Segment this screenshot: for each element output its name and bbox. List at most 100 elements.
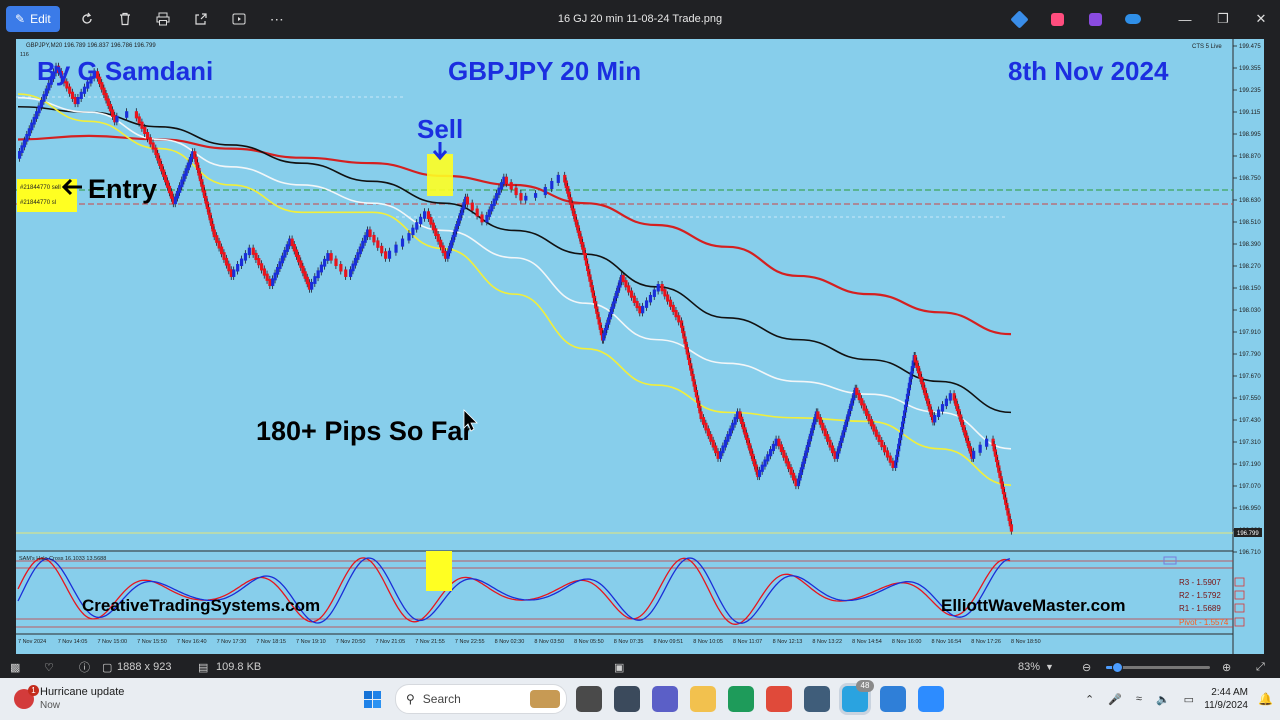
share-icon[interactable]	[182, 0, 220, 38]
excel-x-icon[interactable]	[728, 686, 754, 712]
clipchamp-icon[interactable]	[1038, 0, 1076, 38]
photos-icon[interactable]	[880, 686, 906, 712]
onedrive-icon[interactable]	[1114, 0, 1152, 38]
zoom-slider[interactable]	[1106, 656, 1210, 678]
print-icon[interactable]	[144, 0, 182, 38]
battery-icon[interactable]: ▭	[1184, 693, 1194, 706]
maximize-button[interactable]: ❐	[1204, 0, 1242, 38]
bear-brick	[470, 202, 474, 211]
bear-brick	[621, 274, 625, 283]
more-icon[interactable]: ⋯	[258, 0, 296, 38]
pivot-level-label: R3 - 1.5907	[1179, 578, 1221, 587]
time-tick-label: 7 Nov 15:00	[97, 639, 127, 645]
microphone-icon[interactable]: 🎤	[1108, 693, 1122, 706]
time-tick-label: 7 Nov 18:15	[256, 639, 286, 645]
bear-brick	[514, 187, 518, 196]
file-size-icon: ▤	[198, 661, 209, 674]
clock-date: 11/9/2024	[1204, 700, 1248, 711]
bear-brick	[677, 315, 681, 323]
bear-brick	[891, 460, 895, 468]
app-mt4-icon[interactable]	[804, 686, 830, 712]
edit-button[interactable]: ✎ Edit	[6, 6, 60, 32]
slideshow-icon[interactable]	[220, 0, 258, 38]
bear-brick	[73, 96, 77, 105]
rotate-icon[interactable]	[68, 0, 106, 38]
time-tick-label: 8 Nov 14:54	[852, 639, 882, 645]
search-icon: ⚲	[406, 692, 415, 706]
bull-brick	[533, 193, 538, 198]
bear-brick	[344, 269, 348, 277]
favorite-icon[interactable]: ♡	[44, 656, 54, 678]
windows-icon	[364, 690, 381, 708]
bull-brick	[774, 438, 778, 446]
time-tick-label: 7 Nov 21:05	[375, 639, 405, 645]
zoom-out-icon[interactable]: ⊖	[1082, 656, 1091, 678]
bear-brick	[509, 182, 513, 190]
pivot-level-label: R1 - 1.5689	[1179, 604, 1221, 613]
time-tick-label: 7 Nov 19:10	[296, 639, 326, 645]
telegram-badge: 48	[856, 680, 874, 692]
bear-brick	[668, 299, 673, 307]
bear-brick	[671, 304, 675, 313]
bear-brick	[339, 264, 343, 272]
price-tick-label: 199.115	[1239, 110, 1261, 116]
author-title: By G Samdani	[37, 56, 213, 86]
fit-to-window-icon[interactable]: ▣	[614, 656, 624, 678]
clipchamp-alt-icon[interactable]	[1076, 0, 1114, 38]
app-dark-icon[interactable]	[614, 686, 640, 712]
bull-brick	[763, 459, 767, 467]
order-label-sl: #21844770 sl	[20, 200, 56, 206]
price-tick-label: 198.510	[1239, 220, 1261, 226]
bear-brick	[372, 234, 376, 243]
time-tick-label: 8 Nov 09:51	[654, 639, 684, 645]
time-tick-label: 7 Nov 15:50	[137, 639, 167, 645]
weather-notification[interactable]: 1 Hurricane update Now	[14, 678, 124, 720]
telegram-icon[interactable]: 48	[842, 680, 874, 712]
bear-brick	[885, 450, 890, 458]
zoom-icon[interactable]	[918, 686, 944, 712]
price-tick-label: 197.790	[1239, 352, 1261, 358]
bear-brick	[465, 196, 470, 205]
zoom-in-icon[interactable]: ⊕	[1222, 656, 1231, 678]
zoom-dropdown-icon[interactable]: ▼	[1045, 656, 1054, 678]
chart-title: GBPJPY 20 Min	[448, 56, 641, 86]
bull-brick	[313, 276, 317, 284]
volume-icon[interactable]: 🔈	[1156, 693, 1170, 706]
wifi-icon[interactable]: ≈	[1136, 693, 1142, 705]
oscillator-label: SAM's Halo Cross 16.1033 13.5688	[19, 556, 106, 562]
teams-icon[interactable]	[652, 686, 678, 712]
info-icon[interactable]: ⓘ	[79, 656, 90, 678]
chevron-up-icon[interactable]: ⌃	[1085, 693, 1094, 706]
time-tick-label: 7 Nov 16:40	[177, 639, 207, 645]
alert-icon: 1	[14, 685, 39, 709]
price-tick-label: 198.630	[1239, 198, 1261, 204]
minimize-button[interactable]: —	[1166, 0, 1204, 38]
price-tick-label: 197.550	[1239, 396, 1261, 402]
zoom-level[interactable]: 83%	[1018, 656, 1040, 678]
notification-bell-icon[interactable]: 🔔	[1258, 678, 1273, 720]
price-tick-label: 197.430	[1239, 418, 1261, 424]
chrome-icon[interactable]	[766, 686, 792, 712]
designer-icon[interactable]	[1000, 0, 1038, 38]
bear-brick	[140, 121, 144, 129]
fullscreen-icon[interactable]: ⤢	[1256, 656, 1265, 678]
bear-brick	[380, 245, 384, 254]
bull-brick	[243, 253, 248, 261]
time-tick-label: 8 Nov 05:50	[574, 639, 604, 645]
clock[interactable]: 2:44 AM 11/9/2024	[1198, 678, 1248, 720]
bear-brick	[1009, 524, 1014, 532]
delete-icon[interactable]	[106, 0, 144, 38]
bull-brick	[125, 111, 129, 118]
bull-brick	[415, 222, 419, 230]
filmstrip-icon[interactable]: ▩	[10, 656, 20, 678]
close-button[interactable]: ✕	[1242, 0, 1280, 38]
start-button[interactable]	[364, 678, 381, 720]
bull-brick	[76, 96, 80, 105]
file-explorer-icon[interactable]	[690, 686, 716, 712]
bull-brick	[550, 180, 554, 190]
search-box[interactable]: ⚲ Search	[395, 678, 567, 720]
bear-brick	[257, 258, 261, 266]
task-view-icon[interactable]	[576, 686, 602, 712]
bear-brick	[674, 310, 678, 318]
clock-time: 2:44 AM	[1211, 687, 1248, 698]
